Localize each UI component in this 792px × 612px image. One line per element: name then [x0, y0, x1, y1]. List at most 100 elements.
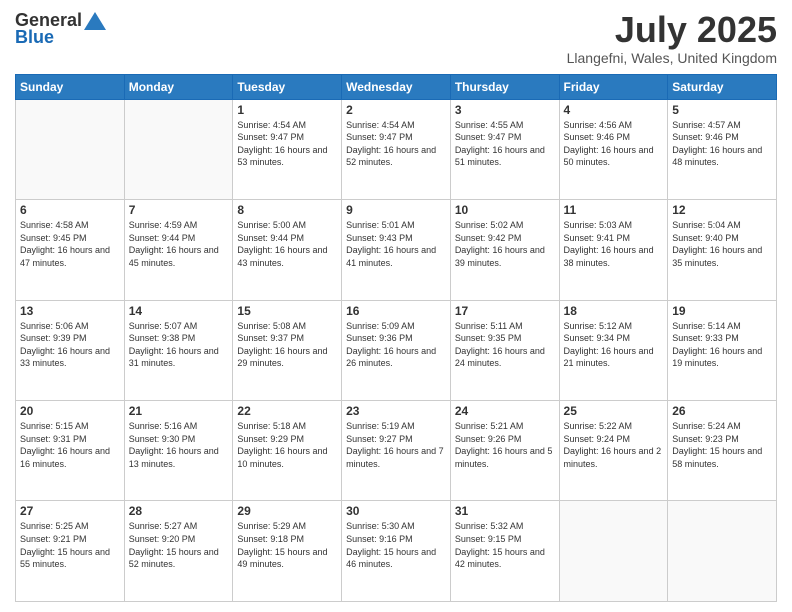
day-info: Sunrise: 4:56 AMSunset: 9:46 PMDaylight:… — [564, 119, 664, 169]
day-number: 30 — [346, 504, 446, 518]
day-info: Sunrise: 5:25 AMSunset: 9:21 PMDaylight:… — [20, 520, 120, 570]
day-info: Sunrise: 5:06 AMSunset: 9:39 PMDaylight:… — [20, 320, 120, 370]
calendar-cell: 22 Sunrise: 5:18 AMSunset: 9:29 PMDayligh… — [233, 401, 342, 501]
calendar-cell: 27Sunrise: 5:25 AMSunset: 9:21 PMDayligh… — [16, 501, 125, 602]
logo-icon — [84, 12, 106, 30]
day-number: 4 — [564, 103, 664, 117]
calendar-cell: 15 Sunrise: 5:08 AMSunset: 9:37 PMDayligh… — [233, 300, 342, 400]
calendar-cell: 14 Sunrise: 5:07 AMSunset: 9:38 PMDayligh… — [124, 300, 233, 400]
day-info: Sunrise: 5:04 AMSunset: 9:40 PMDaylight:… — [672, 219, 772, 269]
day-number: 10 — [455, 203, 555, 217]
calendar-week-0: 1 Sunrise: 4:54 AMSunset: 9:47 PMDaylight… — [16, 99, 777, 199]
day-info: Sunrise: 5:21 AMSunset: 9:26 PMDaylight:… — [455, 420, 555, 470]
logo-blue: Blue — [15, 27, 54, 48]
day-number: 15 — [237, 304, 337, 318]
calendar-cell: 13 Sunrise: 5:06 AMSunset: 9:39 PMDayligh… — [16, 300, 125, 400]
day-number: 21 — [129, 404, 229, 418]
month-title: July 2025 — [567, 10, 777, 50]
day-info: Sunrise: 5:18 AMSunset: 9:29 PMDaylight:… — [237, 420, 337, 470]
calendar-cell: 2 Sunrise: 4:54 AMSunset: 9:47 PMDaylight… — [342, 99, 451, 199]
day-number: 18 — [564, 304, 664, 318]
day-info: Sunrise: 5:32 AMSunset: 9:15 PMDaylight:… — [455, 520, 555, 570]
day-info: Sunrise: 4:58 AMSunset: 9:45 PMDaylight:… — [20, 219, 120, 269]
day-number: 28 — [129, 504, 229, 518]
calendar-header-row: Sunday Monday Tuesday Wednesday Thursday… — [16, 74, 777, 99]
calendar-week-2: 13 Sunrise: 5:06 AMSunset: 9:39 PMDayligh… — [16, 300, 777, 400]
day-info: Sunrise: 4:59 AMSunset: 9:44 PMDaylight:… — [129, 219, 229, 269]
day-number: 8 — [237, 203, 337, 217]
calendar-table: Sunday Monday Tuesday Wednesday Thursday… — [15, 74, 777, 602]
calendar-cell: 1 Sunrise: 4:54 AMSunset: 9:47 PMDaylight… — [233, 99, 342, 199]
col-wednesday: Wednesday — [342, 74, 451, 99]
calendar-cell: 26Sunrise: 5:24 AMSunset: 9:23 PMDayligh… — [668, 401, 777, 501]
calendar-cell: 24 Sunrise: 5:21 AMSunset: 9:26 PMDayligh… — [450, 401, 559, 501]
col-saturday: Saturday — [668, 74, 777, 99]
location: Llangefni, Wales, United Kingdom — [567, 50, 777, 66]
day-number: 13 — [20, 304, 120, 318]
header: General Blue July 2025 Llangefni, Wales,… — [15, 10, 777, 66]
day-info: Sunrise: 5:24 AMSunset: 9:23 PMDaylight:… — [672, 420, 772, 470]
day-info: Sunrise: 5:14 AMSunset: 9:33 PMDaylight:… — [672, 320, 772, 370]
day-info: Sunrise: 5:02 AMSunset: 9:42 PMDaylight:… — [455, 219, 555, 269]
day-info: Sunrise: 5:03 AMSunset: 9:41 PMDaylight:… — [564, 219, 664, 269]
calendar-cell — [124, 99, 233, 199]
calendar-cell: 12 Sunrise: 5:04 AMSunset: 9:40 PMDayligh… — [668, 200, 777, 300]
day-number: 16 — [346, 304, 446, 318]
day-info: Sunrise: 5:11 AMSunset: 9:35 PMDaylight:… — [455, 320, 555, 370]
logo: General Blue — [15, 10, 106, 48]
calendar-week-4: 27Sunrise: 5:25 AMSunset: 9:21 PMDayligh… — [16, 501, 777, 602]
day-info: Sunrise: 4:57 AMSunset: 9:46 PMDaylight:… — [672, 119, 772, 169]
calendar-cell: 7 Sunrise: 4:59 AMSunset: 9:44 PMDaylight… — [124, 200, 233, 300]
calendar-cell: 3Sunrise: 4:55 AMSunset: 9:47 PMDaylight… — [450, 99, 559, 199]
calendar-cell: 23Sunrise: 5:19 AMSunset: 9:27 PMDayligh… — [342, 401, 451, 501]
calendar-cell: 19 Sunrise: 5:14 AMSunset: 9:33 PMDayligh… — [668, 300, 777, 400]
day-number: 11 — [564, 203, 664, 217]
day-number: 22 — [237, 404, 337, 418]
calendar-cell: 28 Sunrise: 5:27 AMSunset: 9:20 PMDayligh… — [124, 501, 233, 602]
day-info: Sunrise: 4:55 AMSunset: 9:47 PMDaylight:… — [455, 119, 555, 169]
title-block: July 2025 Llangefni, Wales, United Kingd… — [567, 10, 777, 66]
day-number: 20 — [20, 404, 120, 418]
day-info: Sunrise: 5:22 AMSunset: 9:24 PMDaylight:… — [564, 420, 664, 470]
calendar-cell: 17 Sunrise: 5:11 AMSunset: 9:35 PMDayligh… — [450, 300, 559, 400]
calendar-cell: 9Sunrise: 5:01 AMSunset: 9:43 PMDaylight… — [342, 200, 451, 300]
day-number: 17 — [455, 304, 555, 318]
day-number: 24 — [455, 404, 555, 418]
calendar-cell: 4 Sunrise: 4:56 AMSunset: 9:46 PMDaylight… — [559, 99, 668, 199]
day-number: 29 — [237, 504, 337, 518]
day-info: Sunrise: 5:09 AMSunset: 9:36 PMDaylight:… — [346, 320, 446, 370]
calendar-cell: 18Sunrise: 5:12 AMSunset: 9:34 PMDayligh… — [559, 300, 668, 400]
day-number: 14 — [129, 304, 229, 318]
day-number: 19 — [672, 304, 772, 318]
day-number: 6 — [20, 203, 120, 217]
day-number: 5 — [672, 103, 772, 117]
day-info: Sunrise: 5:08 AMSunset: 9:37 PMDaylight:… — [237, 320, 337, 370]
calendar-week-3: 20 Sunrise: 5:15 AMSunset: 9:31 PMDayligh… — [16, 401, 777, 501]
day-info: Sunrise: 5:07 AMSunset: 9:38 PMDaylight:… — [129, 320, 229, 370]
calendar-cell: 6 Sunrise: 4:58 AMSunset: 9:45 PMDaylight… — [16, 200, 125, 300]
calendar-cell: 30 Sunrise: 5:30 AMSunset: 9:16 PMDayligh… — [342, 501, 451, 602]
day-info: Sunrise: 4:54 AMSunset: 9:47 PMDaylight:… — [346, 119, 446, 169]
day-info: Sunrise: 5:30 AMSunset: 9:16 PMDaylight:… — [346, 520, 446, 570]
calendar-cell: 16 Sunrise: 5:09 AMSunset: 9:36 PMDayligh… — [342, 300, 451, 400]
day-number: 12 — [672, 203, 772, 217]
page: General Blue July 2025 Llangefni, Wales,… — [0, 0, 792, 612]
day-number: 7 — [129, 203, 229, 217]
day-info: Sunrise: 5:27 AMSunset: 9:20 PMDaylight:… — [129, 520, 229, 570]
day-info: Sunrise: 4:54 AMSunset: 9:47 PMDaylight:… — [237, 119, 337, 169]
day-number: 1 — [237, 103, 337, 117]
calendar-cell — [559, 501, 668, 602]
calendar-cell — [668, 501, 777, 602]
calendar-cell: 5 Sunrise: 4:57 AMSunset: 9:46 PMDaylight… — [668, 99, 777, 199]
day-info: Sunrise: 5:29 AMSunset: 9:18 PMDaylight:… — [237, 520, 337, 570]
day-number: 2 — [346, 103, 446, 117]
calendar-cell: 29 Sunrise: 5:29 AMSunset: 9:18 PMDayligh… — [233, 501, 342, 602]
col-monday: Monday — [124, 74, 233, 99]
col-sunday: Sunday — [16, 74, 125, 99]
calendar-cell: 10 Sunrise: 5:02 AMSunset: 9:42 PMDayligh… — [450, 200, 559, 300]
calendar-cell: 21Sunrise: 5:16 AMSunset: 9:30 PMDayligh… — [124, 401, 233, 501]
day-info: Sunrise: 5:15 AMSunset: 9:31 PMDaylight:… — [20, 420, 120, 470]
calendar-cell: 11 Sunrise: 5:03 AMSunset: 9:41 PMDayligh… — [559, 200, 668, 300]
calendar-week-1: 6 Sunrise: 4:58 AMSunset: 9:45 PMDaylight… — [16, 200, 777, 300]
day-info: Sunrise: 5:19 AMSunset: 9:27 PMDaylight:… — [346, 420, 446, 470]
